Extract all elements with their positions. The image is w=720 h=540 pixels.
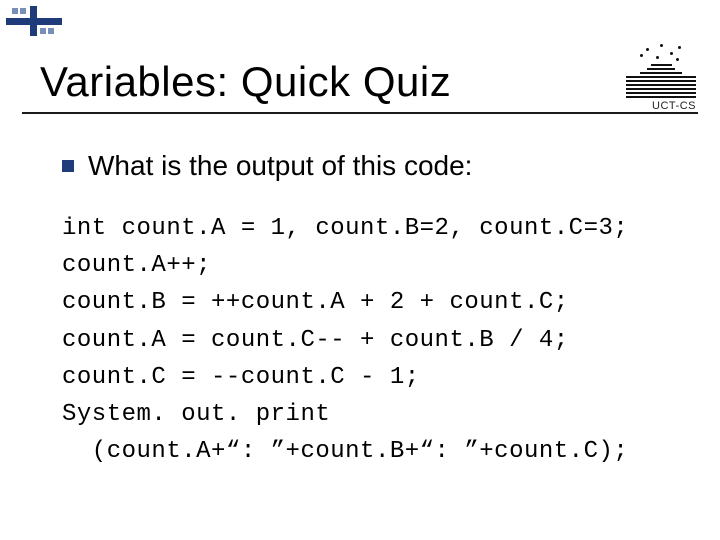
- corner-decoration: [6, 6, 62, 36]
- code-block: int count.A = 1, count.B=2, count.C=3; c…: [62, 210, 680, 470]
- footer-label: UCT-CS: [652, 100, 696, 112]
- bullet-item: What is the output of this code:: [62, 150, 680, 182]
- uct-logo-icon: [626, 42, 696, 98]
- bullet-icon: [62, 160, 74, 172]
- title-underline: [22, 112, 698, 114]
- slide-body: What is the output of this code: int cou…: [62, 150, 680, 470]
- bullet-text: What is the output of this code:: [88, 150, 472, 182]
- slide: UCT-CS Variables: Quick Quiz What is the…: [0, 0, 720, 540]
- slide-title: Variables: Quick Quiz: [40, 58, 451, 106]
